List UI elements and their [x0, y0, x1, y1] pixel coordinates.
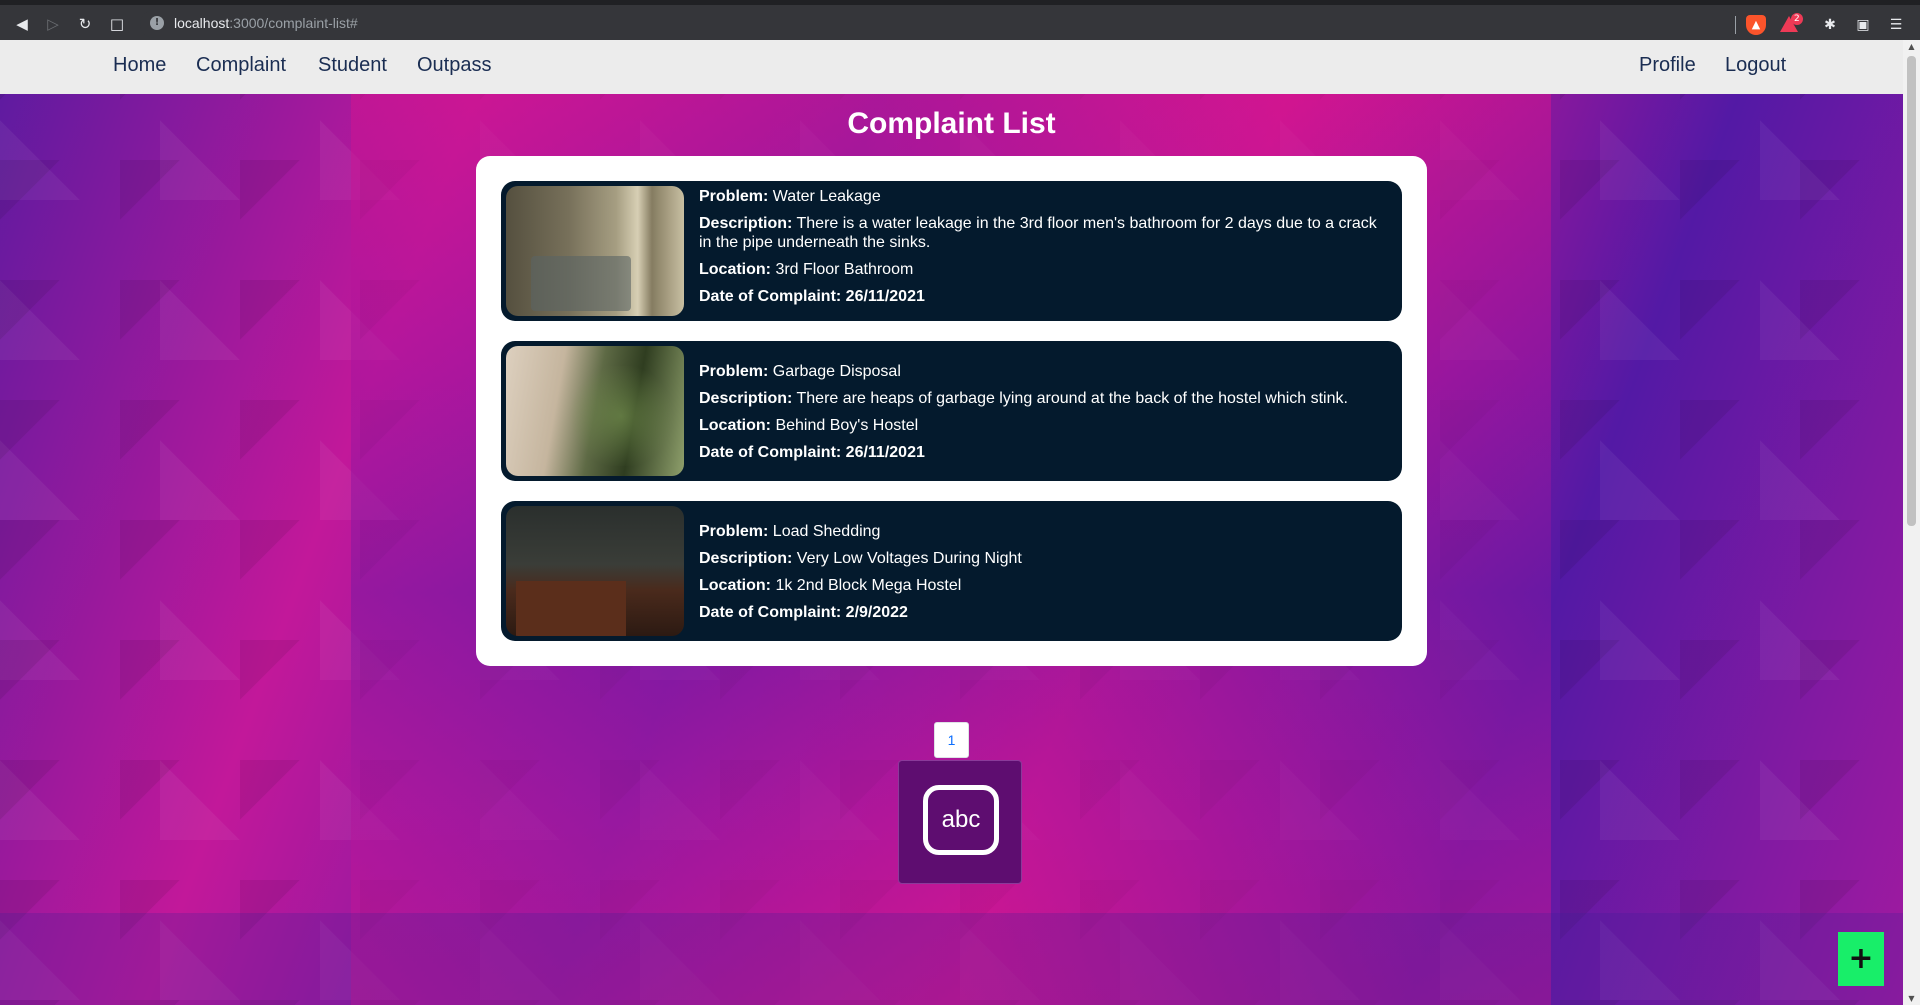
back-arrow-icon[interactable]: ◀	[13, 15, 31, 33]
page-title: Complaint List	[847, 107, 1056, 140]
date-value: 26/11/2021	[845, 444, 925, 461]
complaint-details: Problem: Load Shedding Description: Very…	[699, 507, 1389, 622]
nav-student-link[interactable]: Student	[318, 54, 387, 77]
location-label: Location:	[699, 417, 771, 434]
page-scrollbar[interactable]: ▲ ▼	[1903, 40, 1920, 1005]
problem-value: Water Leakage	[772, 188, 881, 205]
page-background: Home Complaint Student Outpass Profile L…	[0, 40, 1903, 1005]
description-label: Description:	[699, 390, 793, 407]
location-value: 1k 2nd Block Mega Hostel	[775, 577, 962, 594]
nav-outpass-link[interactable]: Outpass	[417, 54, 491, 77]
nav-profile-link[interactable]: Profile	[1639, 54, 1696, 77]
scroll-down-icon[interactable]: ▼	[1903, 994, 1920, 1003]
date-label: Date of Complaint:	[699, 444, 842, 461]
add-complaint-button[interactable]: +	[1838, 932, 1884, 986]
toolbar-divider	[1735, 16, 1736, 34]
location-label: Location:	[699, 577, 771, 594]
complaint-details: Problem: Water Leakage Description: Ther…	[699, 187, 1389, 306]
description-value: There is a water leakage in the 3rd floo…	[699, 215, 1377, 251]
nav-complaint-link[interactable]: Complaint	[196, 54, 286, 77]
date-value: 26/11/2021	[845, 288, 925, 305]
browser-toolbar: ◀ ▷ ↻ □ ! localhost:3000/complaint-list#…	[0, 0, 1920, 40]
complaint-photo	[506, 506, 684, 636]
brave-shield-icon[interactable]: ▲	[1746, 15, 1766, 35]
text-input-tool-widget[interactable]: abc	[898, 760, 1022, 884]
info-icon[interactable]: !	[150, 16, 164, 30]
description-value: Very Low Voltages During Night	[796, 550, 1022, 567]
complaint-details: Problem: Garbage Disposal Description: T…	[699, 347, 1389, 462]
problem-label: Problem:	[699, 363, 769, 380]
problem-value: Load Shedding	[772, 523, 881, 540]
top-navbar: Home Complaint Student Outpass Profile L…	[0, 40, 1903, 94]
pagination-page-1[interactable]: 1	[934, 722, 969, 758]
address-bar[interactable]	[140, 10, 1735, 38]
complaint-card[interactable]: Problem: Load Shedding Description: Very…	[501, 501, 1402, 641]
problem-value: Garbage Disposal	[772, 363, 901, 380]
location-value: Behind Boy's Hostel	[775, 417, 919, 434]
date-label: Date of Complaint:	[699, 288, 842, 305]
complaint-photo	[506, 186, 684, 316]
forward-arrow-icon[interactable]: ▷	[44, 15, 62, 33]
description-value: There are heaps of garbage lying around …	[796, 390, 1348, 407]
location-label: Location:	[699, 261, 771, 278]
complaint-list-panel: Problem: Water Leakage Description: Ther…	[476, 156, 1427, 666]
keyboard-smile-icon: abc	[923, 785, 999, 855]
reload-icon[interactable]: ↻	[76, 15, 94, 33]
date-label: Date of Complaint:	[699, 604, 842, 621]
date-value: 2/9/2022	[845, 604, 908, 621]
url-text[interactable]: localhost:3000/complaint-list#	[174, 15, 358, 31]
rewards-badge: 2	[1791, 13, 1803, 25]
complaint-card[interactable]: Problem: Water Leakage Description: Ther…	[501, 181, 1402, 321]
problem-label: Problem:	[699, 188, 769, 205]
location-value: 3rd Floor Bathroom	[775, 261, 914, 278]
wallet-icon[interactable]: ▣	[1853, 15, 1873, 35]
complaint-card[interactable]: Problem: Garbage Disposal Description: T…	[501, 341, 1402, 481]
nav-logout-link[interactable]: Logout	[1725, 54, 1786, 77]
description-label: Description:	[699, 215, 793, 232]
extensions-icon[interactable]: ✱	[1820, 15, 1840, 35]
complaint-photo	[506, 346, 684, 476]
menu-icon[interactable]: ☰	[1886, 15, 1906, 35]
scroll-up-icon[interactable]: ▲	[1903, 42, 1920, 51]
lower-band	[0, 913, 1903, 1005]
widget-label: abc	[941, 806, 981, 833]
problem-label: Problem:	[699, 523, 769, 540]
description-label: Description:	[699, 550, 793, 567]
bookmark-icon[interactable]: □	[108, 15, 126, 33]
scrollbar-thumb[interactable]	[1907, 56, 1916, 526]
nav-home-link[interactable]: Home	[113, 54, 166, 77]
